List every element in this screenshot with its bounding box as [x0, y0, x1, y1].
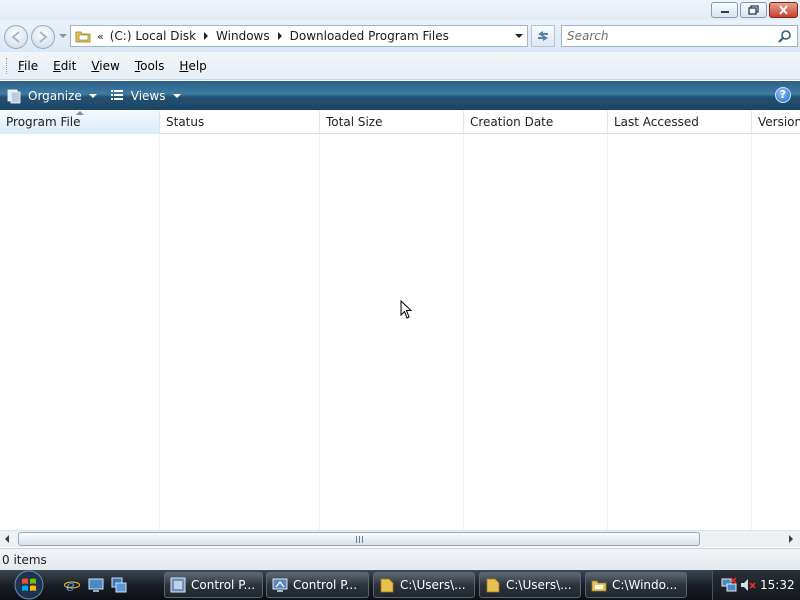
search-box[interactable]: [561, 25, 798, 47]
volume-muted-icon[interactable]: [740, 577, 756, 593]
taskbar-button-control-panel[interactable]: Control P...: [164, 572, 263, 598]
minimize-button[interactable]: [711, 2, 738, 18]
menu-file[interactable]: File: [17, 59, 39, 73]
refresh-icon: [538, 31, 548, 41]
breadcrumb-windows[interactable]: Windows: [216, 29, 270, 43]
back-button[interactable]: [4, 25, 28, 49]
search-icon[interactable]: [778, 29, 792, 43]
folder-icon: [75, 31, 91, 43]
file-list[interactable]: [0, 134, 800, 530]
breadcrumb-local-disk[interactable]: (C:) Local Disk: [110, 29, 196, 43]
organize-button[interactable]: Organize: [0, 84, 103, 108]
menu-help[interactable]: Help: [178, 59, 207, 73]
close-button[interactable]: [769, 2, 798, 18]
column-divider: [463, 134, 464, 530]
menu-bar: File Edit View Tools Help: [0, 52, 800, 80]
taskbar-button-windows-folder[interactable]: C:\Windo...: [585, 572, 687, 598]
start-button-icon[interactable]: [9, 570, 49, 600]
close-icon: [779, 5, 788, 15]
column-program-file[interactable]: Program File: [0, 111, 160, 134]
menu-edit[interactable]: Edit: [52, 59, 77, 73]
menu-view[interactable]: View: [90, 59, 120, 73]
forward-arrow-icon: [39, 31, 48, 43]
views-button[interactable]: Views: [103, 84, 187, 108]
address-row: « (C:) Local Disk Windows Downloaded Pro…: [0, 20, 800, 52]
breadcrumb-downloaded-program-files[interactable]: Downloaded Program Files: [290, 29, 449, 43]
breadcrumb-separator-icon[interactable]: [277, 32, 282, 40]
control-panel-icon: [272, 578, 288, 592]
menu-grip: [6, 57, 9, 74]
help-icon[interactable]: ?: [775, 87, 791, 103]
taskbar-button-users-folder-2[interactable]: C:\Users\...: [479, 572, 581, 598]
command-bar: Organize Views ?: [0, 81, 800, 110]
address-dropdown-icon[interactable]: [515, 34, 523, 38]
folder-icon: [486, 578, 500, 593]
horizontal-scrollbar[interactable]: [0, 530, 800, 547]
breadcrumb-overflow[interactable]: «: [97, 30, 104, 43]
status-bar: 0 items: [0, 548, 800, 570]
thumb-grip: [356, 536, 363, 543]
column-creation-date[interactable]: Creation Date: [464, 111, 608, 134]
column-header-row: Program File Status Total Size Creation …: [0, 111, 800, 134]
system-clock[interactable]: 15:32: [760, 570, 795, 600]
minimize-icon: [720, 11, 729, 13]
breadcrumb-separator-icon[interactable]: [204, 32, 209, 40]
switch-windows-icon[interactable]: [111, 577, 127, 593]
show-desktop-icon[interactable]: [88, 577, 104, 593]
network-icon[interactable]: [721, 577, 737, 593]
recent-pages-dropdown[interactable]: [59, 34, 67, 38]
address-bar[interactable]: « (C:) Local Disk Windows Downloaded Pro…: [70, 25, 528, 47]
organize-dropdown-icon: [88, 93, 97, 98]
column-divider: [159, 134, 160, 530]
column-divider: [607, 134, 608, 530]
column-version[interactable]: Version: [752, 111, 800, 134]
views-dropdown-icon: [172, 93, 181, 98]
column-last-accessed[interactable]: Last Accessed: [608, 111, 752, 134]
views-icon: [110, 89, 123, 100]
scroll-right-icon[interactable]: [789, 535, 793, 543]
column-total-size[interactable]: Total Size: [320, 111, 464, 134]
item-count: 0 items: [2, 553, 47, 567]
sort-ascending-icon: [76, 111, 84, 115]
refresh-button[interactable]: [531, 25, 555, 47]
organize-label: Organize: [28, 88, 82, 103]
organize-icon: [7, 89, 21, 103]
search-input[interactable]: [562, 26, 762, 46]
views-label: Views: [130, 88, 166, 103]
scroll-left-icon[interactable]: [5, 535, 9, 543]
column-status[interactable]: Status: [160, 111, 320, 134]
svg-text:e: e: [66, 577, 75, 593]
title-bar: [0, 0, 800, 20]
menu-tools[interactable]: Tools: [134, 59, 166, 73]
taskbar-button-control-panel-2[interactable]: Control P...: [266, 572, 369, 598]
restore-icon: [748, 5, 759, 15]
back-arrow-icon: [11, 31, 20, 43]
folder-icon: [591, 580, 607, 592]
column-divider: [751, 134, 752, 530]
control-panel-icon: [170, 577, 186, 593]
forward-button[interactable]: [31, 25, 55, 49]
taskbar: e Control P... Control P... C:\Users\...…: [0, 570, 800, 600]
folder-icon: [380, 578, 394, 593]
taskbar-button-users-folder[interactable]: C:\Users\...: [373, 572, 475, 598]
mouse-cursor-icon: [400, 300, 412, 319]
internet-explorer-icon[interactable]: e: [64, 577, 80, 593]
scrollbar-thumb[interactable]: [18, 532, 700, 546]
column-divider: [319, 134, 320, 530]
restore-button[interactable]: [740, 2, 767, 18]
